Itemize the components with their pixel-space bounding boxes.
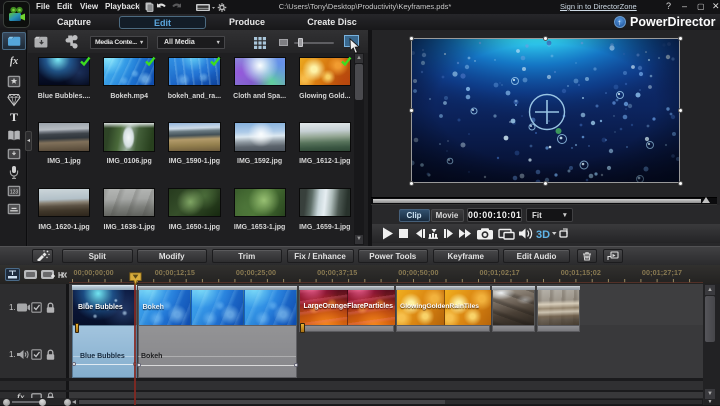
svg-text:3D: 3D [536,229,550,241]
svg-text:123: 123 [10,189,19,195]
